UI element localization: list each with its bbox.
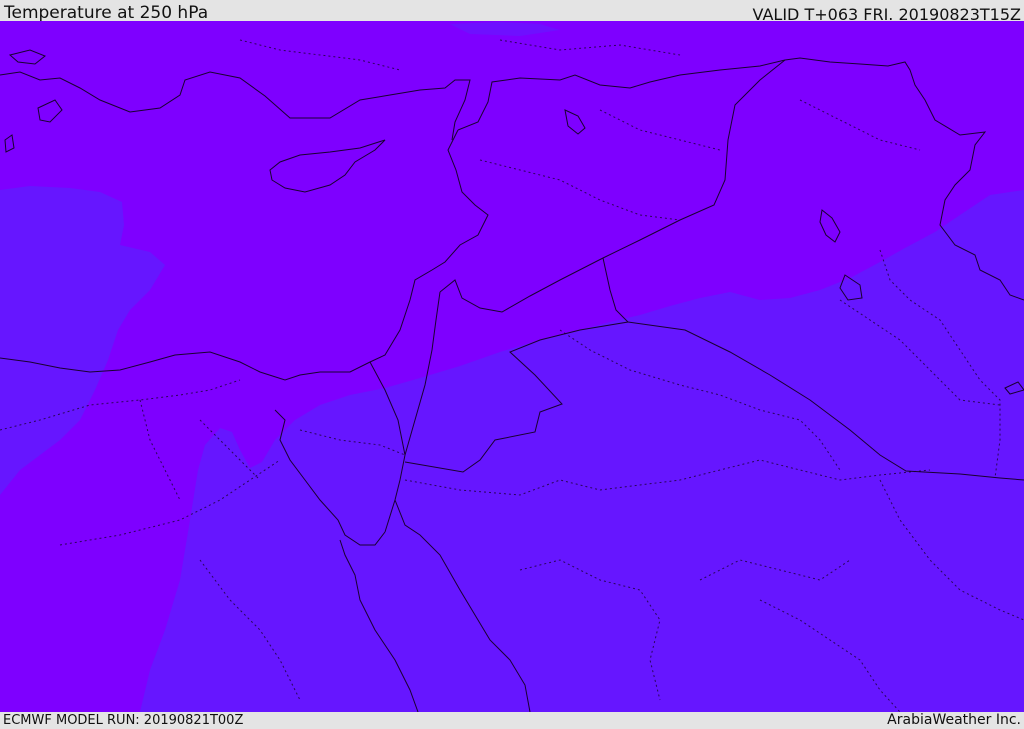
map-viewer: Temperature at 250 hPa VALID T+063 FRI. … — [0, 0, 1024, 729]
weather-map[interactable] — [0, 21, 1024, 712]
model-run: ECMWF MODEL RUN: 20190821T00Z — [3, 713, 244, 728]
credit-label: ArabiaWeather Inc. — [887, 712, 1021, 728]
